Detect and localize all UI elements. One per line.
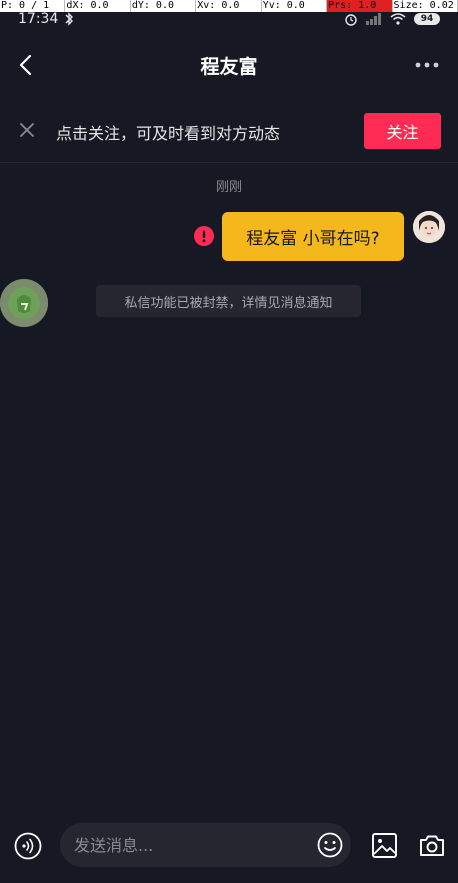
wifi-icon [390, 13, 406, 25]
banner-divider [0, 162, 458, 163]
camera-icon[interactable] [418, 832, 446, 859]
status-right: 94 [344, 12, 440, 26]
error-icon[interactable] [194, 226, 214, 246]
page-title: 程友富 [200, 55, 258, 78]
status-bar: 17:34 94 [0, 10, 458, 28]
follow-prompt-text: 点击关注，可及时看到对方动态 [56, 124, 281, 143]
avatar[interactable] [413, 211, 445, 243]
outgoing-message-bubble[interactable]: 程友富 小哥在吗? [222, 212, 404, 261]
system-notice: 私信功能已被封禁，详情见消息通知 [96, 285, 361, 317]
follow-banner: 点击关注，可及时看到对方动态 关注 [0, 104, 458, 158]
close-icon[interactable] [18, 121, 36, 139]
follow-button[interactable]: 关注 [364, 113, 441, 149]
avatar[interactable] [0, 279, 48, 327]
emoji-icon[interactable] [317, 832, 343, 858]
alarm-icon [345, 14, 357, 26]
chat-header: 程友富 [0, 40, 458, 90]
message-input-bar [0, 818, 458, 872]
status-time: 17:34 [18, 11, 59, 27]
back-icon[interactable] [14, 52, 40, 78]
voice-icon[interactable] [14, 832, 42, 860]
more-icon[interactable] [414, 56, 440, 74]
image-icon[interactable] [371, 832, 398, 859]
user-avatar-image [413, 211, 445, 243]
contact-avatar-image [0, 279, 48, 327]
message-timestamp: 刚刚 [215, 180, 242, 195]
signal-icon [366, 13, 381, 25]
status-left: 17:34 [18, 11, 74, 27]
bluetooth-icon [65, 12, 74, 26]
battery-indicator: 94 [414, 13, 440, 25]
message-input[interactable] [60, 823, 351, 867]
